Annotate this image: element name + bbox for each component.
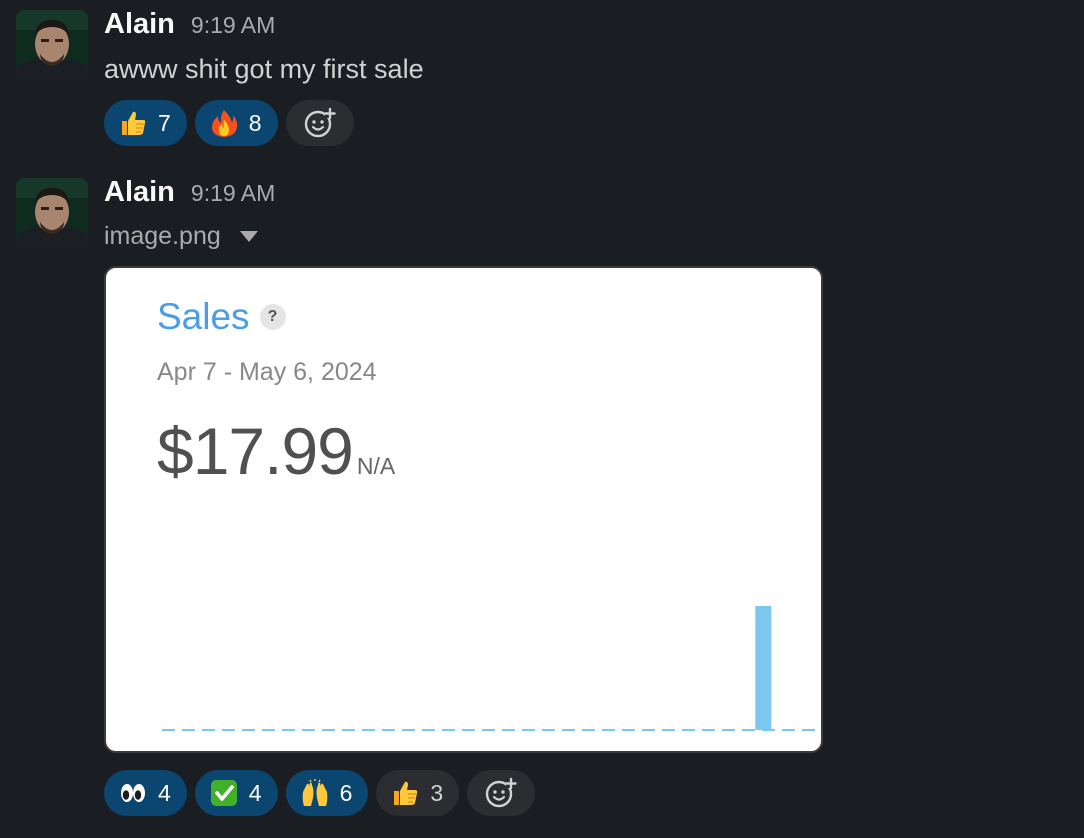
avatar[interactable] — [16, 178, 88, 250]
message-header: Alain 9:19 AM — [104, 8, 275, 41]
chart-bar — [755, 606, 772, 730]
reactions-bar: 4 4 6 3 — [104, 770, 536, 816]
help-icon: ? — [259, 304, 286, 330]
timestamp[interactable]: 9:19 AM — [191, 12, 275, 39]
reactions-bar: 7 8 — [104, 100, 354, 146]
reaction-eyes[interactable]: 4 — [104, 770, 187, 816]
attachment-filename[interactable]: image.png — [104, 222, 221, 251]
add-reaction-icon — [485, 777, 517, 808]
attachment-filename-row: image.png — [104, 222, 259, 251]
timestamp[interactable]: 9:19 AM — [191, 180, 275, 207]
reaction-check-mark[interactable]: 4 — [194, 770, 278, 816]
message-text: awww shit got my first sale — [104, 54, 424, 84]
reaction-count: 7 — [158, 109, 171, 136]
reaction-count: 4 — [248, 779, 262, 806]
check-mark-icon — [210, 780, 237, 806]
chart-title-row: Sales ? — [157, 296, 286, 338]
reaction-thumbs-up[interactable]: 3 — [376, 770, 460, 816]
add-reaction-button[interactable] — [467, 770, 536, 816]
sales-change: N/A — [356, 453, 396, 479]
reaction-count: 3 — [430, 779, 444, 806]
caret-down-icon[interactable] — [239, 230, 259, 244]
sales-bar-chart — [162, 606, 818, 731]
author-name[interactable]: Alain — [104, 8, 175, 41]
add-reaction-icon — [304, 107, 336, 138]
add-reaction-button[interactable] — [285, 100, 354, 146]
chart-date-range: Apr 7 - May 6, 2024 — [157, 358, 377, 386]
raising-hands-icon — [302, 779, 327, 806]
sales-total: $17.99 — [157, 414, 354, 488]
reaction-fire[interactable]: 8 — [194, 100, 278, 146]
reaction-count: 4 — [158, 779, 171, 806]
reaction-raising-hands[interactable]: 6 — [285, 770, 369, 816]
eyes-icon — [121, 784, 145, 802]
chart-value-row: $17.99 N/A — [157, 418, 395, 484]
reaction-thumbs-up[interactable]: 7 — [104, 100, 187, 146]
thumbs-up-icon — [122, 111, 146, 135]
reaction-count: 6 — [339, 779, 353, 806]
thumbs-up-icon — [394, 781, 418, 805]
fire-icon — [211, 110, 237, 137]
message-header: Alain 9:19 AM — [104, 176, 275, 209]
reaction-count: 8 — [248, 109, 262, 136]
avatar[interactable] — [16, 10, 88, 82]
image-attachment[interactable]: Sales ? Apr 7 - May 6, 2024 $17.99 N/A — [104, 266, 823, 753]
author-name[interactable]: Alain — [104, 176, 175, 209]
slack-thread: Alain 9:19 AM awww shit got my first sal… — [0, 0, 1084, 838]
chart-title: Sales — [157, 296, 250, 337]
